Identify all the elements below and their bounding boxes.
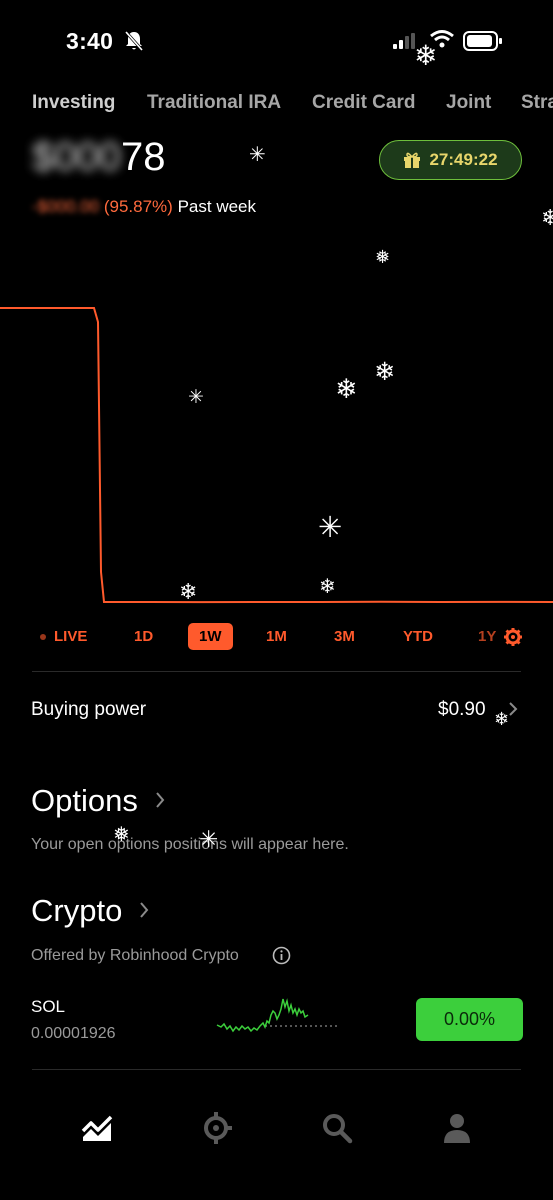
range-live[interactable]: LIVE xyxy=(40,628,87,645)
chart-settings-gear-icon[interactable] xyxy=(504,628,522,646)
buying-power-label[interactable]: Buying power xyxy=(31,699,146,721)
crypto-title[interactable]: Crypto xyxy=(31,893,122,929)
change-period: Past week xyxy=(177,197,257,216)
divider xyxy=(32,1069,521,1070)
crypto-change-badge[interactable]: 0.00% xyxy=(416,998,523,1041)
nav-crypto[interactable] xyxy=(199,1110,233,1146)
portfolio-change: -$000.00 (95.87%) Past week xyxy=(32,197,256,217)
range-1m[interactable]: 1M xyxy=(266,628,287,645)
tab-joint[interactable]: Joint xyxy=(446,92,491,114)
snowflake-icon: ❄ xyxy=(494,709,510,729)
tab-investing[interactable]: Investing xyxy=(32,92,115,114)
bell-off-icon xyxy=(124,31,144,51)
range-1w[interactable]: 1W xyxy=(188,623,233,650)
crypto-icon xyxy=(204,1112,232,1144)
crypto-subtitle: Offered by Robinhood Crypto xyxy=(31,947,239,964)
buying-power-value[interactable]: $0.90 xyxy=(438,699,486,721)
change-percent: (95.87%) xyxy=(103,197,173,216)
range-1y[interactable]: 1Y xyxy=(478,628,496,645)
chevron-right-icon[interactable] xyxy=(139,901,149,919)
account-icon xyxy=(444,1114,470,1143)
nav-search[interactable] xyxy=(320,1110,354,1146)
chart-icon xyxy=(81,1115,113,1141)
divider xyxy=(32,671,521,672)
crypto-quantity: 0.00001926 xyxy=(31,1025,116,1042)
status-time: 3:40 xyxy=(66,28,114,54)
battery-icon xyxy=(463,31,502,51)
range-ytd[interactable]: YTD xyxy=(403,628,433,645)
tab-credit-card[interactable]: Credit Card xyxy=(312,92,415,114)
snowflake-icon: ❄ xyxy=(541,205,553,230)
wifi-icon xyxy=(430,30,454,48)
nav-investing[interactable] xyxy=(80,1110,114,1146)
tab-strategies[interactable]: Stra xyxy=(521,92,553,114)
account-tabs: Investing Traditional IRA Credit Card Jo… xyxy=(0,92,553,120)
options-subtitle: Your open options positions will appear … xyxy=(31,836,349,853)
chevron-right-icon[interactable] xyxy=(508,701,518,717)
gift-timer: 27:49:22 xyxy=(429,150,498,169)
snowflake-icon: ✳ xyxy=(249,144,266,166)
cellular-signal-icon xyxy=(393,33,415,49)
balance-visible: 78 xyxy=(120,135,166,179)
nav-account[interactable] xyxy=(440,1110,474,1146)
portfolio-balance: $00078 xyxy=(32,135,165,180)
balance-hidden: $000 xyxy=(32,135,121,179)
range-3m[interactable]: 3M xyxy=(334,628,355,645)
gift-timer-button[interactable]: 27:49:22 xyxy=(379,140,522,180)
portfolio-chart[interactable] xyxy=(0,230,553,620)
change-amount: -$000.00 xyxy=(32,197,100,216)
info-icon[interactable] xyxy=(272,946,291,965)
tab-traditional-ira[interactable]: Traditional IRA xyxy=(147,92,281,114)
gift-icon xyxy=(404,152,421,168)
sol-sparkline xyxy=(216,998,338,1033)
chevron-right-icon[interactable] xyxy=(155,791,165,809)
search-icon xyxy=(323,1114,353,1144)
range-1d[interactable]: 1D xyxy=(134,628,153,645)
crypto-symbol: SOL xyxy=(31,997,66,1016)
options-title[interactable]: Options xyxy=(31,783,138,819)
range-selector: LIVE 1D 1W 1M 3M YTD 1Y xyxy=(0,623,553,653)
chart-series-line xyxy=(0,307,553,604)
